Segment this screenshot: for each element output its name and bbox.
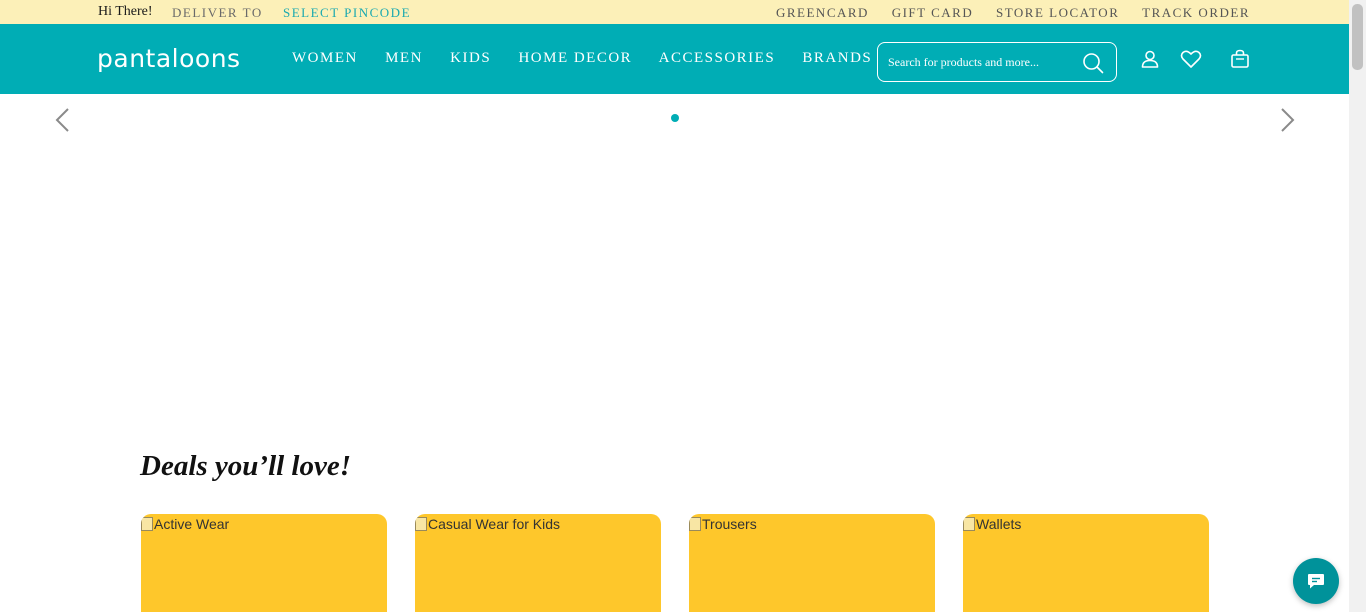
deal-label: Casual Wear for Kids (428, 516, 561, 532)
deal-card-trousers[interactable]: Trousers (689, 514, 935, 612)
broken-image-icon (689, 517, 701, 531)
gift-card-link[interactable]: GIFT CARD (892, 5, 974, 20)
select-pincode-link[interactable]: SELECT PINCODE (283, 5, 411, 21)
greencard-link[interactable]: GREENCARD (776, 5, 869, 20)
heart-icon[interactable] (1180, 49, 1202, 74)
deal-image-alt: Casual Wear for Kids (415, 516, 560, 532)
carousel-dot[interactable] (671, 114, 679, 122)
nav-item-men[interactable]: MEN (385, 50, 423, 66)
utility-links: GREENCARD GIFT CARD STORE LOCATOR TRACK … (758, 5, 1250, 21)
broken-image-icon (141, 517, 153, 531)
search-input[interactable]: Search for products and more... (877, 42, 1117, 82)
bag-icon[interactable] (1230, 49, 1250, 74)
deal-image-alt: Active Wear (141, 516, 229, 532)
deliver-to-label: DELIVER TO (172, 5, 263, 20)
nav-item-brands[interactable]: BRANDS (802, 50, 872, 66)
nav-item-home-decor[interactable]: HOME DECOR (518, 50, 632, 66)
broken-image-icon (415, 517, 427, 531)
scrollbar-thumb[interactable] (1352, 4, 1363, 70)
greeting-text: Hi There! (98, 4, 153, 19)
nav-item-accessories[interactable]: ACCESSORIES (659, 50, 776, 66)
store-locator-link[interactable]: STORE LOCATOR (996, 5, 1119, 20)
deal-image-alt: Wallets (963, 516, 1021, 532)
track-order-link[interactable]: TRACK ORDER (1142, 5, 1250, 20)
search-placeholder: Search for products and more... (888, 55, 1039, 69)
deal-label: Active Wear (154, 516, 230, 532)
deal-card-active-wear[interactable]: Active Wear (141, 514, 387, 612)
search-icon[interactable] (1082, 52, 1104, 79)
broken-image-icon (963, 517, 975, 531)
page-scrollbar[interactable] (1349, 0, 1366, 612)
chat-button[interactable] (1293, 558, 1339, 604)
deal-card-casual-wear-kids[interactable]: Casual Wear for Kids (415, 514, 661, 612)
deal-image-alt: Trousers (689, 516, 757, 532)
deal-label: Trousers (702, 516, 757, 532)
chat-bubble-icon (1308, 574, 1324, 589)
top-utility-bar: Hi There! DELIVER TO SELECT PINCODE GREE… (0, 0, 1349, 24)
nav-item-women[interactable]: WOMEN (292, 50, 358, 66)
deal-card-wallets[interactable]: Wallets (963, 514, 1209, 612)
deals-heading: Deals you’ll love! (140, 450, 352, 482)
main-header: pantaloons WOMEN MEN KIDS HOME DECOR ACC… (0, 24, 1349, 94)
nav-item-kids[interactable]: KIDS (450, 50, 491, 66)
chevron-left-icon[interactable] (52, 106, 72, 139)
main-nav: WOMEN MEN KIDS HOME DECOR ACCESSORIES BR… (292, 50, 894, 67)
user-icon[interactable] (1140, 49, 1160, 74)
pantaloons-logo[interactable]: pantaloons (97, 44, 241, 73)
chevron-right-icon[interactable] (1278, 106, 1298, 139)
deal-label: Wallets (976, 516, 1022, 532)
